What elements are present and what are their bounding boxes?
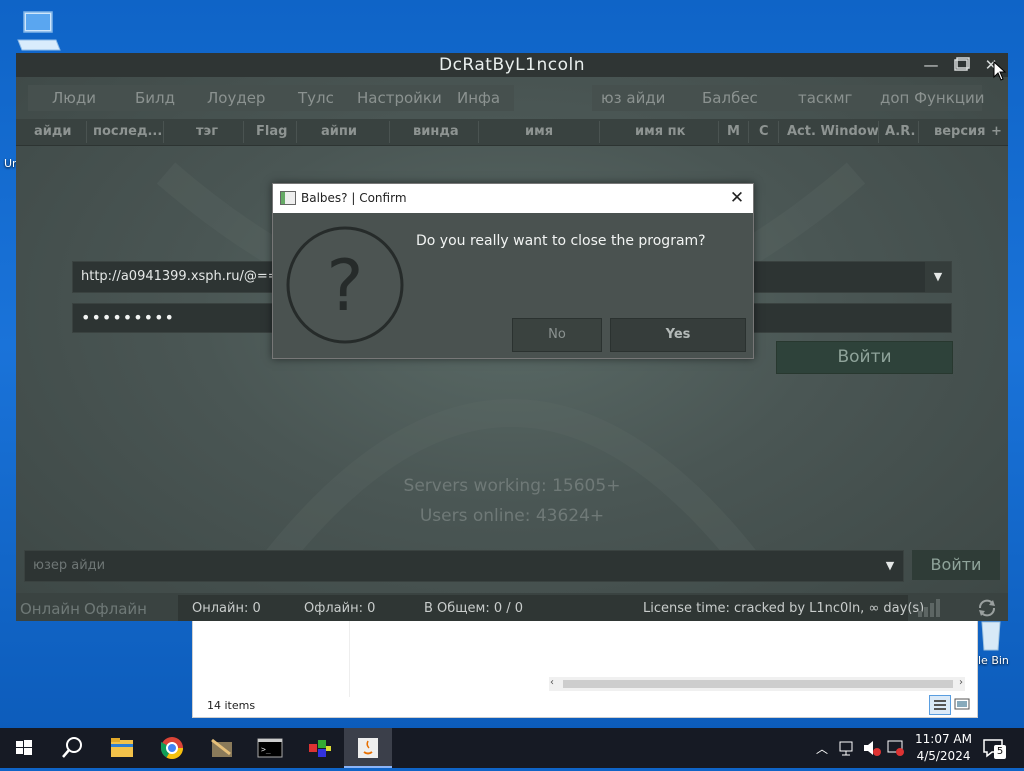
tab-offline[interactable]: Офлайн bbox=[84, 600, 147, 618]
title-bar[interactable]: DcRatByL1ncoln — ✕ bbox=[16, 53, 1008, 77]
dialog-close-icon[interactable]: ✕ bbox=[727, 188, 747, 208]
clock-time: 11:07 AM bbox=[915, 732, 972, 746]
file-explorer-window: ‹ › 14 items bbox=[192, 618, 978, 718]
app-window-icon bbox=[280, 191, 296, 205]
menu-loader[interactable]: Лоудер bbox=[207, 89, 265, 107]
col-version[interactable]: версия bbox=[934, 124, 986, 139]
dialog-title-bar[interactable]: Balbes? | Confirm ✕ bbox=[273, 184, 753, 213]
clients-table-header: айди послед... тэг Flag айпи винда имя и… bbox=[16, 119, 1008, 146]
details-view-icon[interactable] bbox=[929, 695, 951, 715]
recycle-bin-icon[interactable] bbox=[976, 618, 1006, 652]
archive-tool-icon[interactable] bbox=[198, 728, 246, 768]
scroll-right-icon[interactable]: › bbox=[959, 677, 963, 688]
java-app-icon[interactable] bbox=[344, 728, 392, 768]
login-button[interactable]: Войти bbox=[776, 341, 953, 374]
col-ar[interactable]: A.R. bbox=[885, 124, 915, 139]
license-text: License time: cracked by L1nc0ln, ∞ day(… bbox=[643, 601, 925, 616]
chevron-down-icon[interactable]: ▼ bbox=[925, 262, 951, 292]
col-name[interactable]: имя bbox=[525, 124, 553, 139]
desktop-left-label: Ur bbox=[4, 157, 17, 170]
menu-balbes[interactable]: Балбес bbox=[702, 89, 758, 107]
menu-extra-functions[interactable]: доп Функции bbox=[880, 89, 985, 107]
col-tag[interactable]: тэг bbox=[196, 124, 218, 139]
password-mask: ••••••••• bbox=[81, 308, 175, 327]
col-flag[interactable]: Flag bbox=[256, 124, 287, 139]
window-title: DcRatByL1ncoln bbox=[439, 55, 585, 75]
col-id[interactable]: айди bbox=[34, 124, 72, 139]
security-alert-icon[interactable] bbox=[886, 738, 906, 761]
col-add[interactable]: + bbox=[991, 124, 1002, 139]
large-icons-view-icon[interactable] bbox=[953, 696, 971, 712]
menu-user-id[interactable]: юз айди bbox=[601, 89, 665, 107]
question-icon: ? bbox=[285, 225, 405, 348]
menu-info[interactable]: Инфа bbox=[457, 89, 500, 107]
refresh-icon[interactable] bbox=[976, 597, 998, 622]
offline-count: Офлайн: 0 bbox=[304, 601, 376, 616]
dev-tool-icon[interactable] bbox=[296, 728, 344, 768]
col-c[interactable]: C bbox=[759, 124, 769, 139]
svg-text:>_: >_ bbox=[261, 745, 271, 754]
notification-count-badge: 5 bbox=[994, 745, 1006, 759]
tray-overflow-chevron-icon[interactable]: ︿ bbox=[816, 740, 828, 757]
chrome-icon[interactable] bbox=[148, 728, 196, 768]
terminal-icon[interactable]: >_ bbox=[246, 728, 294, 768]
clock[interactable]: 11:07 AM 4/5/2024 bbox=[915, 731, 972, 765]
col-ip[interactable]: айпи bbox=[321, 124, 357, 139]
dialog-title: Balbes? | Confirm bbox=[301, 191, 407, 205]
total-count: В Общем: 0 / 0 bbox=[424, 601, 524, 616]
menu-tools[interactable]: Тулс bbox=[298, 89, 334, 107]
explorer-horizontal-scrollbar[interactable]: ‹ › bbox=[549, 677, 965, 691]
svg-text:?: ? bbox=[326, 245, 363, 327]
online-count: Онлайн: 0 bbox=[192, 601, 261, 616]
users-online-text: Users online: 43624+ bbox=[419, 506, 605, 526]
col-m[interactable]: M bbox=[727, 124, 740, 139]
explorer-status-text: 14 items bbox=[207, 699, 256, 712]
user-id-placeholder: юзер айди bbox=[33, 558, 106, 573]
status-bar: Онлайн Офлайн Онлайн: 0 Офлайн: 0 В Обще… bbox=[16, 593, 1008, 621]
file-explorer-icon[interactable] bbox=[98, 728, 146, 768]
minimize-button[interactable]: — bbox=[918, 55, 944, 75]
scroll-left-icon[interactable]: ‹ bbox=[550, 677, 554, 688]
servers-working-text: Servers working: 15605+ bbox=[403, 476, 621, 496]
menu-people[interactable]: Люди bbox=[52, 89, 96, 107]
server-url-value: http://a0941399.xsph.ru/@==gbJ bbox=[81, 269, 299, 284]
confirm-dialog: Balbes? | Confirm ✕ ? Do you really want… bbox=[272, 183, 754, 359]
col-pc-name[interactable]: имя пк bbox=[635, 124, 685, 139]
yes-button[interactable]: Yes bbox=[610, 318, 746, 352]
menu-taskmgr[interactable]: таскмг bbox=[798, 89, 852, 107]
dialog-message: Do you really want to close the program? bbox=[416, 233, 706, 249]
user-id-combobox[interactable]: юзер айди ▼ bbox=[24, 550, 904, 582]
chevron-down-icon[interactable]: ▼ bbox=[877, 551, 903, 581]
col-os[interactable]: винда bbox=[413, 124, 459, 139]
volume-muted-icon[interactable] bbox=[862, 738, 882, 761]
clock-date: 4/5/2024 bbox=[916, 749, 971, 763]
menu-build[interactable]: Билд bbox=[135, 89, 175, 107]
mouse-cursor-icon bbox=[993, 60, 1007, 84]
network-icon[interactable] bbox=[838, 738, 858, 761]
explorer-nav-pane bbox=[193, 619, 350, 697]
no-button[interactable]: No bbox=[512, 318, 602, 352]
scrollbar-thumb[interactable] bbox=[563, 680, 953, 688]
col-last-seen[interactable]: послед... bbox=[93, 124, 162, 139]
recycle-bin-label: le Bin bbox=[978, 654, 1009, 667]
tab-online[interactable]: Онлайн bbox=[20, 600, 80, 618]
taskbar: >_ ︿ 11:07 AM 4/5/2024 5 bbox=[0, 728, 1024, 768]
maximize-button[interactable] bbox=[948, 55, 974, 75]
desktop-computer-icon[interactable] bbox=[16, 10, 62, 52]
search-icon[interactable] bbox=[48, 728, 96, 768]
main-menu: Люди Билд Лоудер Тулс Настройки Инфа юз … bbox=[16, 81, 1008, 115]
col-active-window[interactable]: Act. Window bbox=[787, 124, 879, 139]
start-windows-icon[interactable] bbox=[0, 728, 48, 768]
menu-settings[interactable]: Настройки bbox=[357, 89, 442, 107]
user-id-login-button[interactable]: Войти bbox=[912, 550, 1000, 580]
signal-bars-icon bbox=[916, 597, 942, 622]
